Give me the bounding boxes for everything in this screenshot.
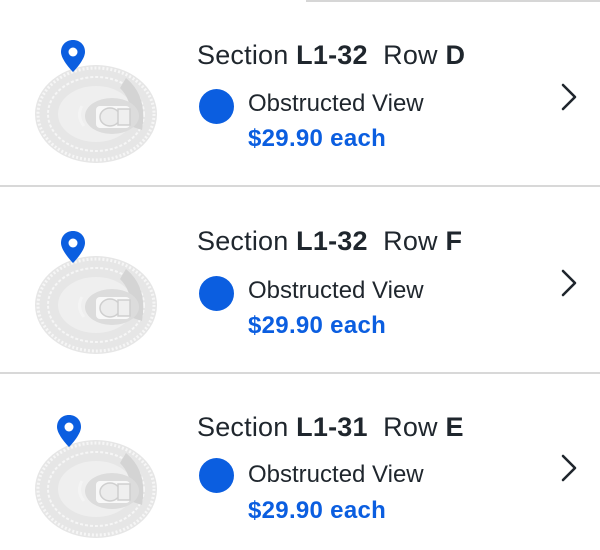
section-value: L1-32 xyxy=(296,40,368,70)
location-pin-icon xyxy=(57,415,81,447)
chevron-right-icon[interactable] xyxy=(559,82,579,112)
ticket-listing[interactable]: Section L1-32 Row D Obstructed View $29.… xyxy=(0,0,600,186)
feature-text: Obstructed View xyxy=(248,90,424,117)
venue-map-icon xyxy=(35,415,157,538)
chevron-right-icon[interactable] xyxy=(559,453,579,483)
section-value: L1-31 xyxy=(296,412,368,442)
listing-divider xyxy=(0,372,600,374)
row-label: Row xyxy=(383,226,438,256)
ticket-listing[interactable]: Section L1-31 Row E Obstructed View $29.… xyxy=(0,375,600,550)
section-label: Section xyxy=(197,226,289,256)
section-label: Section xyxy=(197,412,289,442)
feature-text: Obstructed View xyxy=(248,461,424,488)
row-value: F xyxy=(445,226,463,256)
listing-title: Section L1-32 Row F xyxy=(197,226,462,256)
row-label: Row xyxy=(383,412,438,442)
price-text: $29.90 each xyxy=(248,497,387,524)
ticket-listing[interactable]: Section L1-32 Row F Obstructed View $29.… xyxy=(0,187,600,373)
section-label: Section xyxy=(197,40,289,70)
venue-map-icon xyxy=(35,40,157,163)
row-value: D xyxy=(445,40,466,70)
chevron-right-icon[interactable] xyxy=(559,268,579,298)
feature-dot-icon xyxy=(199,89,234,124)
listing-title: Section L1-32 Row D xyxy=(197,40,465,70)
price-text: $29.90 each xyxy=(248,312,387,339)
row-label: Row xyxy=(383,40,438,70)
row-value: E xyxy=(445,412,464,442)
feature-dot-icon xyxy=(199,458,234,493)
venue-map-icon xyxy=(35,231,157,354)
price-text: $29.90 each xyxy=(248,125,387,152)
feature-text: Obstructed View xyxy=(248,277,424,304)
section-value: L1-32 xyxy=(296,226,368,256)
listing-title: Section L1-31 Row E xyxy=(197,412,464,442)
feature-dot-icon xyxy=(199,276,234,311)
